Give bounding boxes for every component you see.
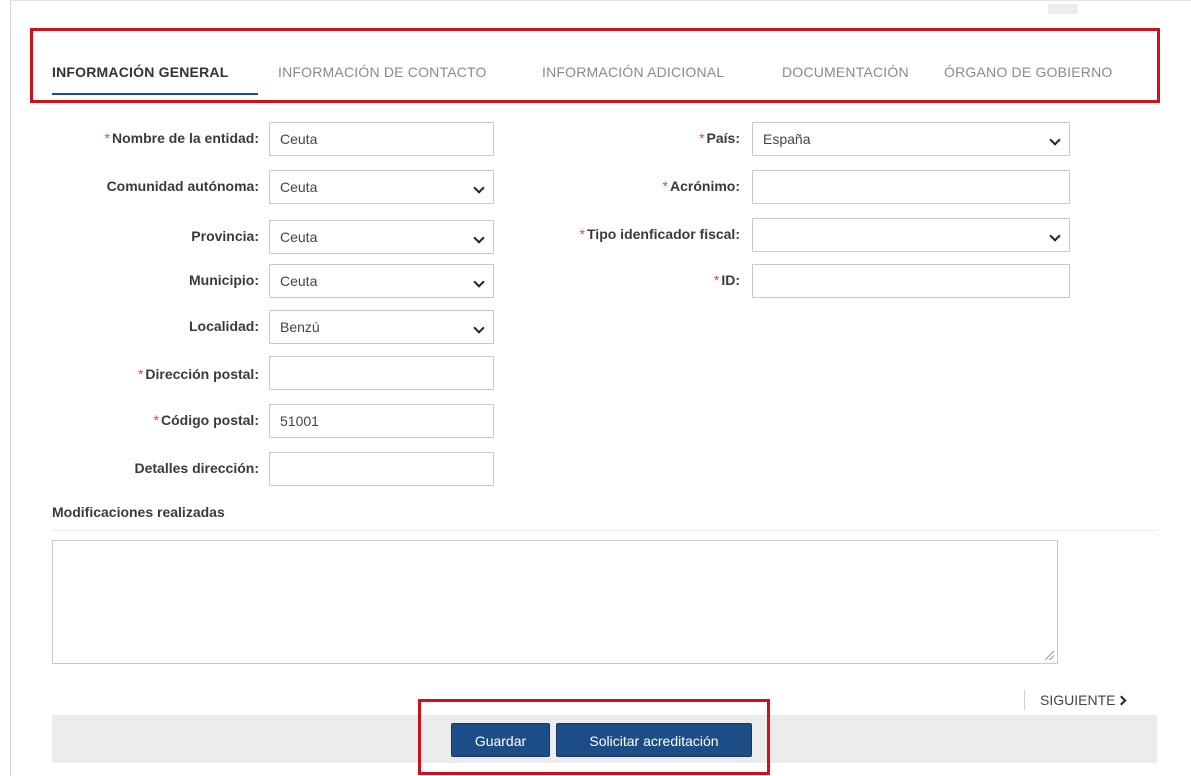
chevron-down-icon: [1049, 134, 1061, 146]
modificaciones-textarea[interactable]: [52, 540, 1058, 664]
corner-decoration: [1048, 4, 1078, 14]
id-label: * ID:: [713, 272, 740, 288]
id-input[interactable]: [752, 264, 1070, 298]
required-mark: *: [662, 178, 668, 194]
codigo-postal-input[interactable]: 51001: [269, 404, 494, 438]
pais-label: * País:: [699, 130, 740, 146]
tab-informacion-general[interactable]: INFORMACIÓN GENERAL: [52, 64, 228, 80]
modificaciones-title: Modificaciones realizadas: [52, 504, 225, 520]
municipio-select[interactable]: Ceuta: [269, 264, 494, 298]
detalles-label: Detalles dirección:: [134, 460, 260, 476]
guardar-button[interactable]: Guardar: [451, 723, 550, 757]
comunidad-label: Comunidad autónoma:: [106, 178, 259, 194]
chevron-down-icon: [473, 322, 485, 334]
page-top-border: [10, 0, 1191, 1]
municipio-label: Municipio:: [189, 272, 259, 288]
required-mark: *: [104, 130, 110, 146]
required-mark: *: [713, 272, 720, 288]
tab-informacion-adicional[interactable]: INFORMACIÓN ADICIONAL: [542, 64, 724, 80]
resize-grip-icon[interactable]: [1045, 651, 1054, 660]
next-divider: [1024, 690, 1025, 710]
tab-informacion-contacto[interactable]: INFORMACIÓN DE CONTACTO: [278, 64, 487, 80]
chevron-down-icon: [473, 276, 485, 288]
direccion-postal-input[interactable]: [269, 356, 494, 390]
chevron-right-icon: [1117, 695, 1127, 706]
codigo-postal-label: * Código postal:: [153, 412, 259, 428]
required-mark: *: [153, 412, 159, 428]
tipo-id-label: * Tipo idenficador fiscal:: [579, 226, 740, 242]
chevron-down-icon: [473, 182, 485, 194]
tab-documentacion[interactable]: DOCUMENTACIÓN: [782, 64, 909, 80]
acronimo-label: * Acrónimo:: [662, 178, 740, 194]
section-divider: [52, 530, 1157, 531]
comunidad-autonoma-select[interactable]: Ceuta: [269, 170, 494, 204]
provincia-label: Provincia:: [191, 228, 259, 244]
pais-select[interactable]: España: [752, 122, 1070, 156]
nombre-label: * Nombre de la entidad:: [104, 130, 259, 146]
required-mark: *: [699, 130, 705, 146]
tab-organo-gobierno[interactable]: ÓRGANO DE GOBIERNO: [944, 64, 1113, 80]
active-tab-indicator: [52, 93, 258, 95]
tipo-identificador-select[interactable]: [752, 218, 1070, 252]
siguiente-link[interactable]: SIGUIENTE: [1040, 692, 1127, 708]
page-left-border: [10, 0, 11, 776]
direccion-label: * Dirección postal:: [137, 366, 259, 382]
localidad-label: Localidad:: [188, 318, 259, 334]
acronimo-input[interactable]: [752, 170, 1070, 204]
chevron-down-icon: [473, 232, 485, 244]
required-mark: *: [137, 366, 144, 382]
solicitar-acreditacion-button[interactable]: Solicitar acreditación: [556, 723, 752, 757]
chevron-down-icon: [1049, 230, 1061, 242]
detalles-direccion-input[interactable]: [269, 452, 494, 486]
required-mark: *: [579, 226, 585, 242]
provincia-select[interactable]: Ceuta: [269, 220, 494, 254]
localidad-select[interactable]: Benzú: [269, 310, 494, 344]
nombre-entidad-input[interactable]: Ceuta: [269, 122, 494, 156]
